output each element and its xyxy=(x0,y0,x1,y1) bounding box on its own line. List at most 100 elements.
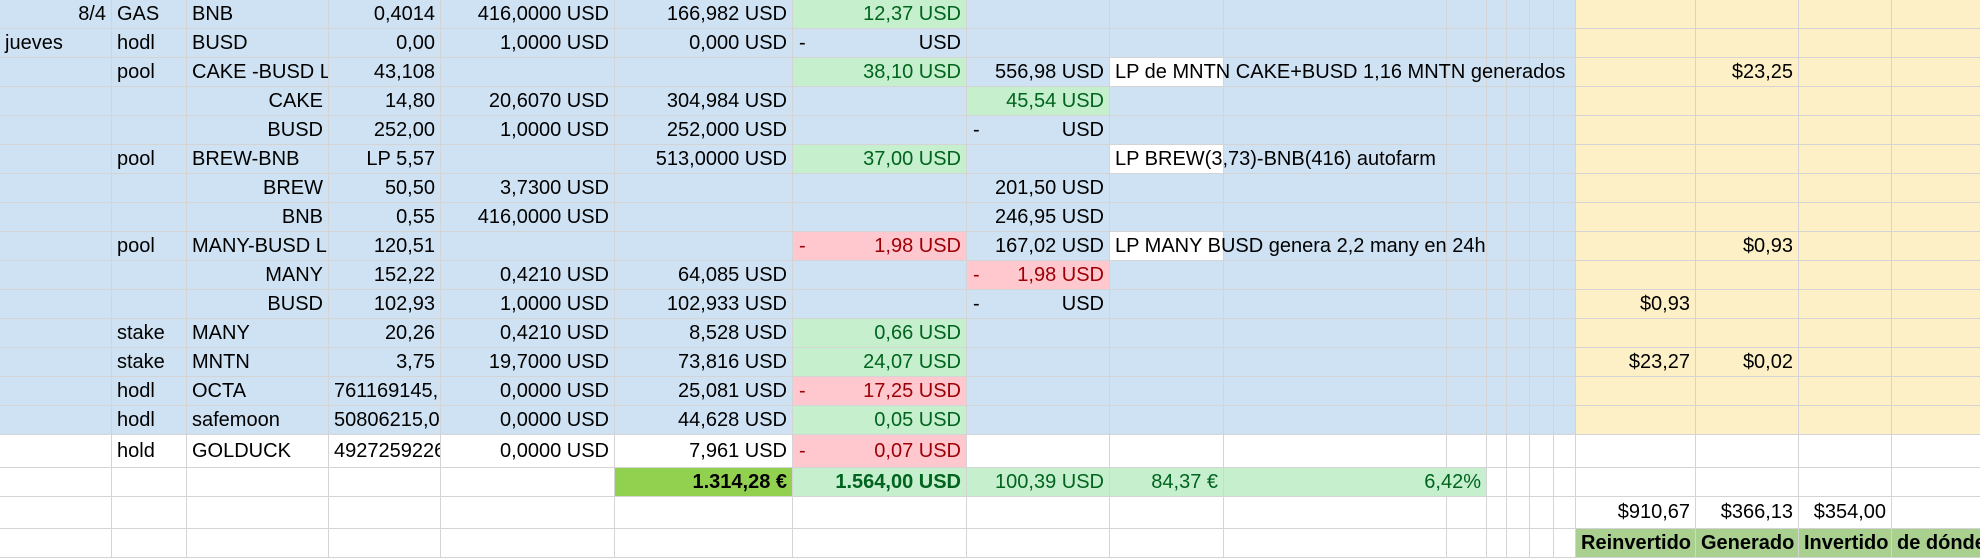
cell-r12-c3[interactable]: MANY xyxy=(187,319,329,348)
cell-r2-c7[interactable]: - USD xyxy=(793,29,967,58)
cell-r13-c6[interactable]: 73,816 USD xyxy=(615,348,793,377)
empty-cell[interactable] xyxy=(441,468,615,497)
empty-cell[interactable] xyxy=(1696,87,1799,116)
empty-cell[interactable] xyxy=(1487,0,1507,29)
empty-cell[interactable] xyxy=(1576,58,1696,87)
empty-cell[interactable] xyxy=(1696,435,1799,468)
cell-r1-c3[interactable]: BNB xyxy=(187,0,329,29)
cell-r2-c2[interactable]: hodl xyxy=(112,29,187,58)
empty-cell[interactable] xyxy=(112,497,187,529)
cell-r5-c8[interactable]: - USD xyxy=(967,116,1110,145)
empty-cell[interactable] xyxy=(1892,406,1980,435)
cell-r16-c5[interactable]: 0,0000 USD xyxy=(441,435,615,468)
empty-cell[interactable] xyxy=(1224,319,1447,348)
empty-cell[interactable] xyxy=(1554,203,1576,232)
cell-r6-c7[interactable]: 37,00 USD xyxy=(793,145,967,174)
empty-cell[interactable] xyxy=(1110,29,1224,58)
empty-cell[interactable] xyxy=(1696,29,1799,58)
empty-cell[interactable] xyxy=(0,261,112,290)
empty-cell[interactable] xyxy=(1530,377,1554,406)
cell-r8-c3[interactable]: BNB xyxy=(187,203,329,232)
cell-r5-c6[interactable]: 252,000 USD xyxy=(615,116,793,145)
cell-r19-c17[interactable]: Generado xyxy=(1696,529,1799,558)
empty-cell[interactable] xyxy=(1507,116,1530,145)
empty-cell[interactable] xyxy=(0,145,112,174)
cell-r8-c8[interactable]: 246,95 USD xyxy=(967,203,1110,232)
empty-cell[interactable] xyxy=(967,319,1110,348)
cell-r14-c4[interactable]: 761169145, xyxy=(329,377,441,406)
cell-r10-c4[interactable]: 152,22 xyxy=(329,261,441,290)
empty-cell[interactable] xyxy=(0,290,112,319)
cell-r14-c2[interactable]: hodl xyxy=(112,377,187,406)
cell-r18-c16[interactable]: $910,67 xyxy=(1576,497,1696,529)
empty-cell[interactable] xyxy=(1110,319,1224,348)
cell-r2-c5[interactable]: 1,0000 USD xyxy=(441,29,615,58)
empty-cell[interactable] xyxy=(1576,87,1696,116)
empty-cell[interactable] xyxy=(1507,145,1530,174)
empty-cell[interactable] xyxy=(112,174,187,203)
cell-r9-c7[interactable]: - 1,98 USD xyxy=(793,232,967,261)
empty-cell[interactable] xyxy=(1110,174,1224,203)
empty-cell[interactable] xyxy=(1554,145,1576,174)
empty-cell[interactable] xyxy=(1576,174,1696,203)
empty-cell[interactable] xyxy=(1530,497,1554,529)
empty-cell[interactable] xyxy=(615,529,793,558)
cell-r14-c6[interactable]: 25,081 USD xyxy=(615,377,793,406)
empty-cell[interactable] xyxy=(1530,87,1554,116)
empty-cell[interactable] xyxy=(1447,87,1487,116)
empty-cell[interactable] xyxy=(1799,261,1892,290)
cell-r15-c2[interactable]: hodl xyxy=(112,406,187,435)
empty-cell[interactable] xyxy=(1530,435,1554,468)
empty-cell[interactable] xyxy=(1799,319,1892,348)
empty-cell[interactable] xyxy=(441,232,615,261)
cell-r4-c6[interactable]: 304,984 USD xyxy=(615,87,793,116)
cell-r9-c17[interactable]: $0,93 xyxy=(1696,232,1799,261)
empty-cell[interactable] xyxy=(967,377,1110,406)
cell-r3-c2[interactable]: pool xyxy=(112,58,187,87)
empty-cell[interactable] xyxy=(1576,29,1696,58)
empty-cell[interactable] xyxy=(1696,0,1799,29)
cell-r2-c3[interactable]: BUSD xyxy=(187,29,329,58)
empty-cell[interactable] xyxy=(1696,261,1799,290)
cell-r10-c5[interactable]: 0,4210 USD xyxy=(441,261,615,290)
empty-cell[interactable] xyxy=(793,497,967,529)
empty-cell[interactable] xyxy=(1554,497,1576,529)
cell-r6-c3[interactable]: BREW-BNB xyxy=(187,145,329,174)
empty-cell[interactable] xyxy=(1224,0,1447,29)
empty-cell[interactable] xyxy=(1447,290,1487,319)
empty-cell[interactable] xyxy=(187,497,329,529)
empty-cell[interactable] xyxy=(1799,406,1892,435)
empty-cell[interactable] xyxy=(0,377,112,406)
cell-r12-c5[interactable]: 0,4210 USD xyxy=(441,319,615,348)
empty-cell[interactable] xyxy=(1799,29,1892,58)
empty-cell[interactable] xyxy=(0,468,112,497)
empty-cell[interactable] xyxy=(1530,290,1554,319)
empty-cell[interactable] xyxy=(1530,0,1554,29)
cell-r8-c5[interactable]: 416,0000 USD xyxy=(441,203,615,232)
empty-cell[interactable] xyxy=(1447,174,1487,203)
cell-r5-c5[interactable]: 1,0000 USD xyxy=(441,116,615,145)
empty-cell[interactable] xyxy=(1892,290,1980,319)
empty-cell[interactable] xyxy=(1110,497,1224,529)
empty-cell[interactable] xyxy=(1507,29,1530,58)
empty-cell[interactable] xyxy=(1507,435,1530,468)
empty-cell[interactable] xyxy=(1576,203,1696,232)
empty-cell[interactable] xyxy=(187,468,329,497)
empty-cell[interactable] xyxy=(112,116,187,145)
cell-r10-c3[interactable]: MANY xyxy=(187,261,329,290)
cell-r17-c7[interactable]: 1.564,00 USD xyxy=(793,468,967,497)
empty-cell[interactable] xyxy=(0,116,112,145)
empty-cell[interactable] xyxy=(1447,529,1487,558)
empty-cell[interactable] xyxy=(441,529,615,558)
empty-cell[interactable] xyxy=(1554,174,1576,203)
empty-cell[interactable] xyxy=(1447,29,1487,58)
cell-r14-c7[interactable]: - 17,25 USD xyxy=(793,377,967,406)
cell-r12-c6[interactable]: 8,528 USD xyxy=(615,319,793,348)
empty-cell[interactable] xyxy=(329,468,441,497)
cell-r16-c6[interactable]: 7,961 USD xyxy=(615,435,793,468)
empty-cell[interactable] xyxy=(967,406,1110,435)
cell-r11-c16[interactable]: $0,93 xyxy=(1576,290,1696,319)
empty-cell[interactable] xyxy=(1892,174,1980,203)
empty-cell[interactable] xyxy=(1487,319,1507,348)
cell-r19-c16[interactable]: Reinvertido xyxy=(1576,529,1696,558)
